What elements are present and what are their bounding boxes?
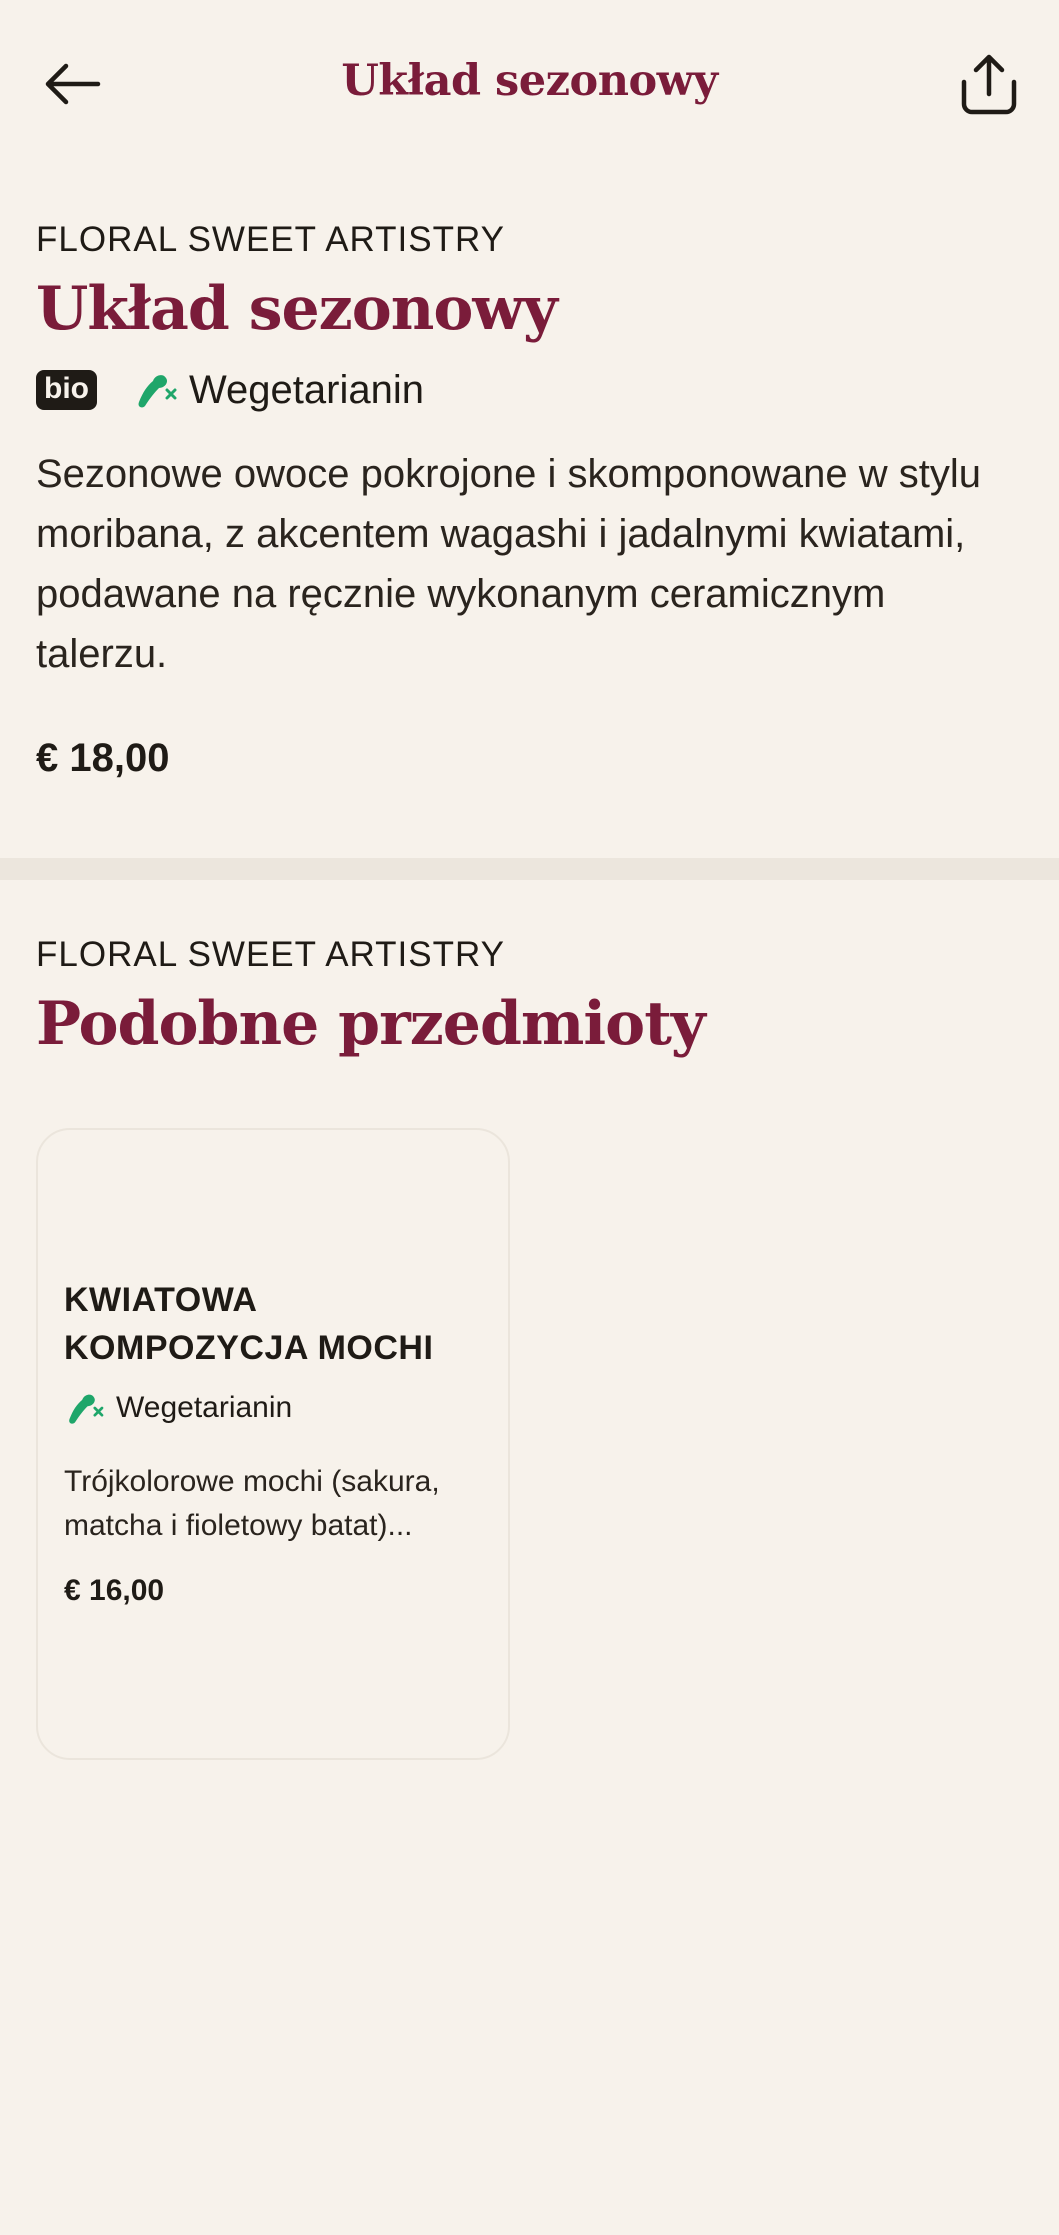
section-divider [0, 858, 1059, 880]
similar-title: Podobne przedmioty [36, 989, 706, 1059]
page-title: Układ sezonowy [341, 56, 718, 106]
similar-item-vegetarian-tag: Wegetarianin [64, 1386, 292, 1430]
similar-item-card[interactable]: KWIATOWA KOMPOZYCJA MOCHI Wegetarianin T… [36, 1128, 510, 1760]
product-category: FLORAL SWEET ARTISTRY [36, 220, 505, 259]
similar-item-vegetarian-label: Wegetarianin [116, 1391, 293, 1424]
product-tags: bio Wegetarianin [36, 362, 1023, 418]
product-description: Sezonowe owoce pokrojone i skomponowane … [36, 452, 981, 676]
vegetarian-label: Wegetarianin [189, 367, 424, 412]
vegetarian-tag: Wegetarianin [133, 368, 424, 413]
bio-badge: bio [36, 370, 97, 410]
leg-crossed-icon [69, 1394, 104, 1424]
product-name: Układ sezonowy [36, 274, 558, 344]
similar-category: FLORAL SWEET ARTISTRY [36, 935, 505, 974]
similar-items-header: FLORAL SWEET ARTISTRY Podobne przedmioty [36, 935, 1023, 1059]
top-bar: Układ sezonowy [0, 0, 1059, 170]
product-details: FLORAL SWEET ARTISTRY Układ sezonowy bio… [36, 220, 1023, 781]
product-price: € 18,00 [36, 736, 170, 780]
similar-item-price: € 16,00 [64, 1574, 165, 1607]
share-button[interactable] [953, 48, 1025, 120]
share-icon [961, 54, 1017, 115]
leg-crossed-icon [138, 375, 177, 408]
similar-item-name: KWIATOWA KOMPOZYCJA MOCHI [64, 1281, 434, 1367]
similar-item-description: Trójkolorowe mochi (sakura, matcha i fio… [64, 1465, 440, 1542]
